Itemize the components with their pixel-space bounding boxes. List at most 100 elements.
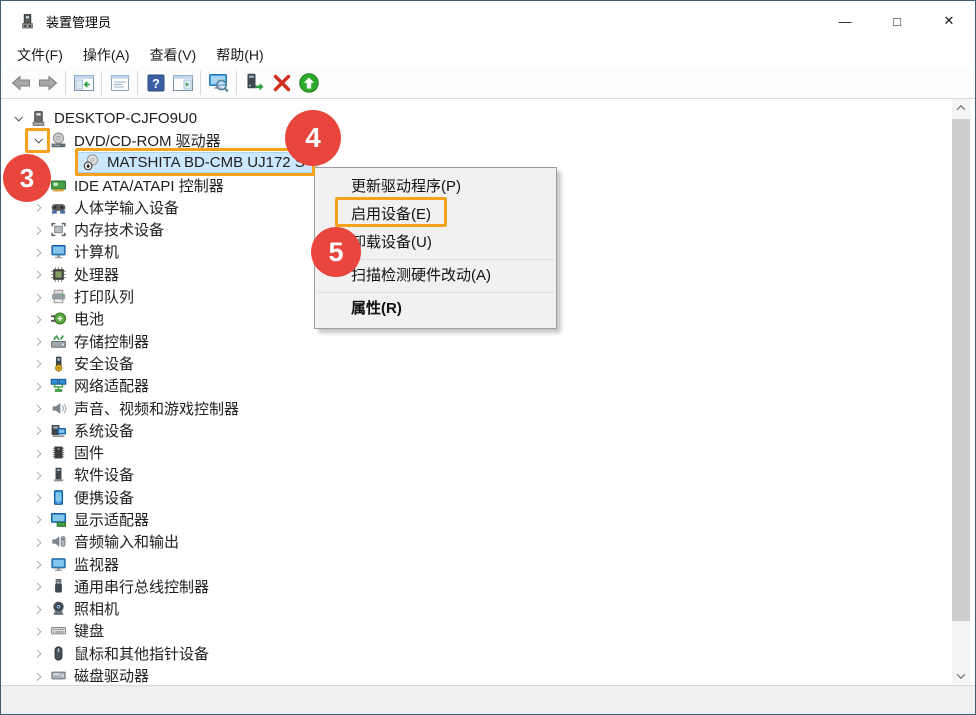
help-icon[interactable]: ?: [142, 70, 169, 97]
tree-item-label[interactable]: 鼠标和其他指针设备: [69, 643, 209, 664]
maximize-button[interactable]: □: [871, 1, 923, 41]
chevron-collapsed-icon[interactable]: [29, 488, 47, 506]
tree-item[interactable]: 安全设备: [1, 352, 975, 374]
chevron-collapsed-icon[interactable]: [29, 288, 47, 306]
software-device-icon: [47, 466, 69, 483]
tree-item[interactable]: 鼠标和其他指针设备: [1, 642, 975, 664]
vertical-scrollbar[interactable]: [952, 99, 970, 685]
tree-item-label[interactable]: 便携设备: [69, 487, 134, 508]
dvd-drive-icon: [47, 132, 69, 149]
chevron-collapsed-icon[interactable]: [29, 510, 47, 528]
menu-action[interactable]: 操作(A): [73, 42, 140, 68]
tree-item[interactable]: 通用串行总线控制器: [1, 575, 975, 597]
tree-item[interactable]: DESKTOP-CJFO9U0: [1, 107, 975, 129]
chevron-collapsed-icon[interactable]: [29, 600, 47, 618]
tree-item-label[interactable]: 通用串行总线控制器: [69, 576, 209, 597]
computer-icon: [27, 110, 49, 127]
tree-item[interactable]: 便携设备: [1, 486, 975, 508]
tree-item[interactable]: 存储控制器: [1, 330, 975, 352]
tree-item[interactable]: 固件: [1, 441, 975, 463]
chevron-expanded-icon[interactable]: [29, 131, 47, 149]
update-driver-icon[interactable]: [241, 70, 268, 97]
chevron-collapsed-icon[interactable]: [29, 421, 47, 439]
chevron-collapsed-icon[interactable]: [29, 198, 47, 216]
tree-item-label[interactable]: 照相机: [69, 598, 119, 619]
back-icon[interactable]: [7, 70, 34, 97]
tree-item-label[interactable]: 内存技术设备: [69, 219, 164, 240]
menu-view[interactable]: 查看(V): [140, 42, 207, 68]
tree-item[interactable]: 键盘: [1, 620, 975, 642]
chevron-expanded-icon[interactable]: [9, 109, 27, 127]
tree-item-label[interactable]: 网络适配器: [69, 375, 149, 396]
tree-item[interactable]: 显示适配器: [1, 508, 975, 530]
tree-item[interactable]: 照相机: [1, 598, 975, 620]
tree-item-label[interactable]: 显示适配器: [69, 509, 149, 530]
tree-item-label[interactable]: 人体学输入设备: [69, 197, 179, 218]
minimize-button[interactable]: —: [819, 1, 871, 41]
tree-item-label[interactable]: 软件设备: [69, 464, 134, 485]
tree-item-label[interactable]: 固件: [69, 442, 104, 463]
chevron-collapsed-icon[interactable]: [29, 444, 47, 462]
tree-item-label[interactable]: 处理器: [69, 264, 119, 285]
tree-item[interactable]: 音频输入和输出: [1, 531, 975, 553]
chevron-collapsed-icon[interactable]: [29, 622, 47, 640]
scroll-down-button[interactable]: [952, 667, 970, 685]
tree-item[interactable]: DVD/CD-ROM 驱动器: [1, 129, 975, 151]
chevron-collapsed-icon[interactable]: [29, 243, 47, 261]
tree-item-label[interactable]: 声音、视频和游戏控制器: [69, 398, 239, 419]
tree-item-label[interactable]: 电池: [69, 308, 104, 329]
action-pane-icon[interactable]: [169, 70, 196, 97]
chevron-collapsed-icon[interactable]: [29, 221, 47, 239]
tree-item-label[interactable]: 计算机: [69, 241, 119, 262]
tree-item[interactable]: 网络适配器: [1, 375, 975, 397]
chevron-collapsed-icon[interactable]: [29, 265, 47, 283]
tree-item-label[interactable]: IDE ATA/ATAPI 控制器: [69, 175, 224, 196]
chevron-collapsed-icon[interactable]: [29, 555, 47, 573]
menu-scan-hardware-changes[interactable]: 扫描检测硬件改动(A): [315, 262, 556, 290]
chevron-collapsed-icon[interactable]: [29, 644, 47, 662]
chevron-collapsed-icon[interactable]: [29, 667, 47, 685]
menu-uninstall-device[interactable]: 卸载设备(U): [315, 229, 556, 257]
tree-item[interactable]: 磁盘驱动器: [1, 664, 975, 685]
uninstall-device-icon[interactable]: [268, 70, 295, 97]
show-console-tree-icon[interactable]: [70, 70, 97, 97]
tree-item-label[interactable]: 音频输入和输出: [69, 531, 179, 552]
chevron-collapsed-icon[interactable]: [29, 332, 47, 350]
tree-item[interactable]: 软件设备: [1, 464, 975, 486]
tree-item-label[interactable]: 系统设备: [69, 420, 134, 441]
chevron-collapsed-icon[interactable]: [29, 354, 47, 372]
tree-item-label[interactable]: 安全设备: [69, 353, 134, 374]
chevron-collapsed-icon[interactable]: [29, 176, 47, 194]
menu-enable-device[interactable]: 启用设备(E): [315, 201, 556, 229]
chevron-collapsed-icon[interactable]: [29, 533, 47, 551]
enable-device-icon[interactable]: [295, 70, 322, 97]
menu-help[interactable]: 帮助(H): [206, 42, 273, 68]
properties-icon[interactable]: [106, 70, 133, 97]
close-button[interactable]: ✕: [923, 1, 975, 41]
menu-update-driver[interactable]: 更新驱动程序(P): [315, 173, 556, 201]
tree-item-label[interactable]: 磁盘驱动器: [69, 665, 149, 685]
scroll-up-button[interactable]: [952, 99, 970, 117]
menu-file[interactable]: 文件(F): [7, 42, 73, 68]
tree-item-label[interactable]: 存储控制器: [69, 331, 149, 352]
forward-icon[interactable]: [34, 70, 61, 97]
chevron-collapsed-icon[interactable]: [29, 310, 47, 328]
chevron-collapsed-icon[interactable]: [29, 377, 47, 395]
tree-item-label[interactable]: MATSHITA BD-CMB UJ172 S: [102, 154, 305, 171]
tree-item-label[interactable]: 键盘: [69, 620, 104, 641]
window-controls: — □ ✕: [819, 1, 975, 41]
tree-item[interactable]: 监视器: [1, 553, 975, 575]
tree-item-label[interactable]: DVD/CD-ROM 驱动器: [69, 130, 221, 151]
tree-item[interactable]: 声音、视频和游戏控制器: [1, 397, 975, 419]
chevron-collapsed-icon[interactable]: [29, 577, 47, 595]
chevron-collapsed-icon[interactable]: [29, 466, 47, 484]
tree-item-label[interactable]: 监视器: [69, 554, 119, 575]
chevron-collapsed-icon[interactable]: [29, 399, 47, 417]
tree-item[interactable]: 系统设备: [1, 419, 975, 441]
menu-properties[interactable]: 属性(R): [315, 295, 556, 323]
tree-item-label[interactable]: DESKTOP-CJFO9U0: [49, 110, 197, 127]
scan-hardware-changes-icon[interactable]: [205, 70, 232, 97]
tree-item-label[interactable]: 打印队列: [69, 286, 134, 307]
toolbar: ?: [1, 68, 975, 99]
scrollbar-thumb[interactable]: [952, 119, 970, 621]
